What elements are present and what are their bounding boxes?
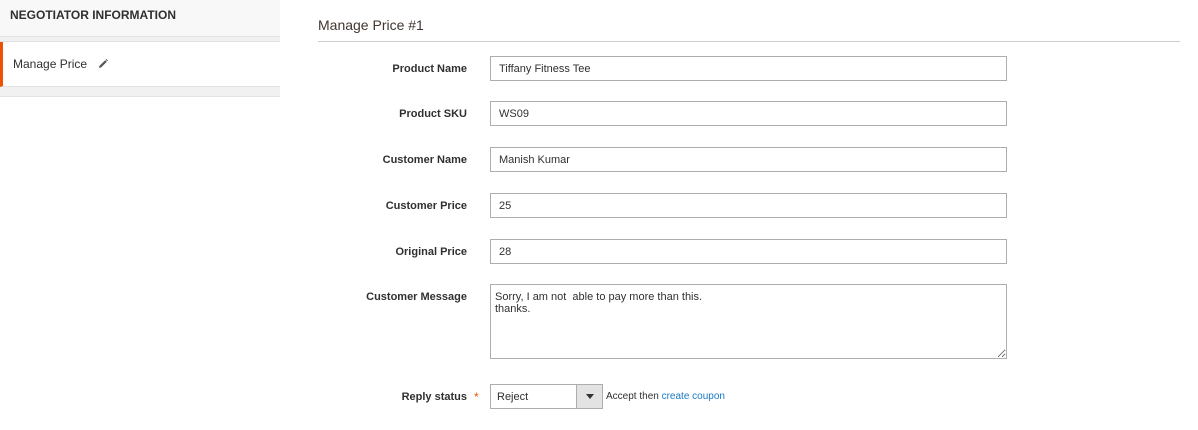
sidebar-item-label: Manage Price (13, 57, 88, 71)
create-coupon-link[interactable]: create coupon (662, 391, 725, 402)
reply-status-label: Reply status (401, 391, 467, 403)
pencil-icon (97, 58, 109, 70)
product-name-label: Product Name (392, 63, 467, 75)
customer-price-label: Customer Price (385, 200, 467, 212)
sidebar: NEGOTIATOR INFORMATION Manage Price (0, 0, 280, 97)
customer-message-field[interactable]: Sorry, I am not able to pay more than th… (490, 284, 1007, 359)
customer-message-label: Customer Message (366, 291, 467, 303)
sidebar-footer (0, 87, 280, 97)
sidebar-heading: NEGOTIATOR INFORMATION (0, 0, 280, 37)
original-price-label: Original Price (395, 246, 467, 258)
main-content: Manage Price #1 Product Name Product SKU… (318, 0, 1180, 409)
required-marker: * (474, 390, 479, 404)
sidebar-item-manage-price[interactable]: Manage Price (0, 42, 280, 87)
chevron-down-icon (576, 385, 602, 408)
product-sku-label: Product SKU (399, 108, 467, 120)
reply-status-value: Reject (497, 390, 529, 403)
page-title: Manage Price #1 (318, 0, 1180, 42)
product-sku-field[interactable] (490, 101, 1007, 126)
original-price-field[interactable] (490, 239, 1007, 264)
reply-note: Accept then create coupon (606, 391, 725, 402)
reply-status-select[interactable]: Reject (490, 384, 603, 409)
reply-note-text: Accept then (606, 391, 659, 402)
product-name-field[interactable] (490, 56, 1007, 81)
customer-name-field[interactable] (490, 147, 1007, 172)
customer-price-field[interactable] (490, 193, 1007, 218)
customer-name-label: Customer Name (382, 154, 467, 166)
